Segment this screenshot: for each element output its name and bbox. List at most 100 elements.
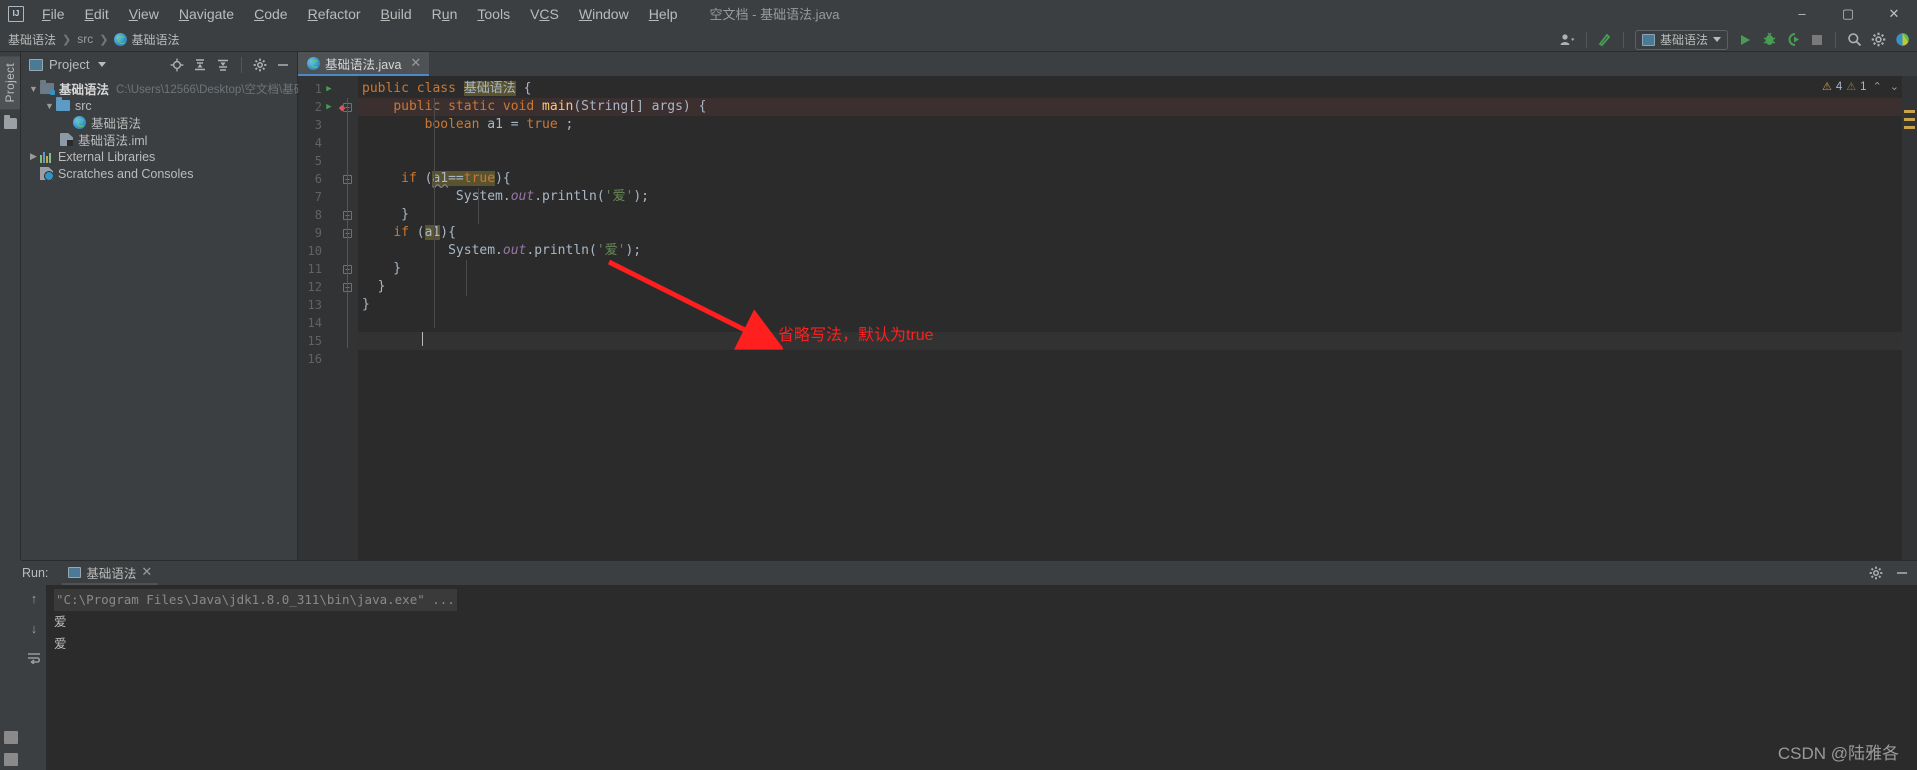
gutter-line: 6− bbox=[298, 170, 358, 188]
editor-tab-file[interactable]: 基础语法.java ✕ bbox=[298, 52, 430, 76]
console-output[interactable]: "C:\Program Files\Java\jdk1.8.0_311\bin\… bbox=[46, 585, 1917, 770]
project-tool-window: Project ▼ 基础语法 C:\Users\12566\Desktop\空文… bbox=[21, 52, 328, 560]
run-gutter-icon[interactable]: ▶ bbox=[322, 102, 336, 112]
line-number: 7 bbox=[314, 190, 322, 204]
gutter-line: 8− bbox=[298, 206, 358, 224]
code-line-13[interactable]: } bbox=[358, 296, 1917, 314]
code-line-5[interactable] bbox=[358, 152, 1917, 170]
locate-icon[interactable] bbox=[167, 55, 187, 75]
close-icon[interactable]: ✕ bbox=[141, 564, 152, 580]
search-everywhere-icon[interactable] bbox=[1843, 29, 1865, 51]
code-line-7[interactable]: System.out.println('爱'); bbox=[358, 188, 1917, 206]
code-line-2[interactable]: public static void main(String[] args) { bbox=[358, 98, 1917, 116]
menu-window[interactable]: Window bbox=[569, 3, 639, 25]
chevron-down-icon[interactable]: ▼ bbox=[43, 101, 56, 111]
code-line-11[interactable]: } bbox=[358, 260, 1917, 278]
tree-row-iml[interactable]: 基础语法.iml bbox=[21, 131, 297, 148]
debug-icon[interactable] bbox=[1758, 29, 1780, 51]
tree-row-src[interactable]: ▼ src bbox=[21, 97, 297, 114]
expand-all-icon[interactable] bbox=[190, 55, 210, 75]
menu-tools[interactable]: Tools bbox=[467, 3, 520, 25]
user-profile-icon[interactable] bbox=[1557, 29, 1579, 51]
vcs-update-icon[interactable] bbox=[1594, 29, 1616, 51]
code-line-1[interactable]: public class 基础语法 { bbox=[358, 80, 1917, 98]
inspection-marker-strip[interactable] bbox=[1902, 76, 1917, 560]
inspection-marker[interactable] bbox=[1904, 110, 1915, 113]
chevron-right-icon[interactable]: ▶ bbox=[27, 151, 40, 162]
menu-help[interactable]: Help bbox=[639, 3, 688, 25]
menu-build[interactable]: Build bbox=[371, 3, 422, 25]
close-button[interactable]: ✕ bbox=[1871, 0, 1917, 27]
tree-row-scratches[interactable]: Scratches and Consoles bbox=[21, 165, 297, 182]
inspection-summary[interactable]: ⚠ 4 ⚠ 1 ⌃ ⌄ bbox=[1822, 80, 1901, 94]
code-line-16[interactable] bbox=[358, 350, 1917, 368]
run-tab[interactable]: 基础语法 ✕ bbox=[62, 561, 159, 585]
hide-icon[interactable] bbox=[273, 55, 293, 75]
left-tool-window-strip: Project bbox=[0, 52, 21, 560]
run-with-coverage-icon[interactable] bbox=[1782, 29, 1804, 51]
code-line-4[interactable] bbox=[358, 134, 1917, 152]
stop-icon[interactable] bbox=[3, 731, 18, 744]
code-editor[interactable]: 1▶ 2▶◆− 3 4 5 6− 7 8− 9− 10 11− 12− 13 1… bbox=[298, 76, 1917, 560]
inspection-marker[interactable] bbox=[1904, 118, 1915, 121]
minimize-button[interactable]: – bbox=[1779, 0, 1825, 27]
code-line-15[interactable] bbox=[358, 332, 1917, 350]
editor-gutter[interactable]: 1▶ 2▶◆− 3 4 5 6− 7 8− 9− 10 11− 12− 13 1… bbox=[298, 76, 358, 560]
settings-gear-icon[interactable] bbox=[1867, 564, 1885, 582]
gutter-line: 7 bbox=[298, 188, 358, 206]
gutter-line: 5 bbox=[298, 152, 358, 170]
project-view-icon bbox=[29, 58, 43, 71]
breadcrumb-item-project[interactable]: 基础语法 bbox=[8, 31, 56, 48]
menu-code[interactable]: Code bbox=[244, 3, 297, 25]
settings-gear-icon[interactable] bbox=[250, 55, 270, 75]
red-arrow-annotation bbox=[607, 259, 783, 350]
code-line-9[interactable]: if (a1){ bbox=[358, 224, 1917, 242]
code-line-8[interactable]: } bbox=[358, 206, 1917, 224]
tool-window-tab-project[interactable]: Project bbox=[0, 56, 20, 110]
collapse-all-icon[interactable] bbox=[213, 55, 233, 75]
tree-row-class[interactable]: 基础语法 bbox=[21, 114, 297, 131]
chevron-down-icon[interactable] bbox=[98, 62, 107, 67]
main-toolbar: 基础语法 bbox=[1557, 27, 1913, 52]
code-line-6[interactable]: if (a1==true){ bbox=[358, 170, 1917, 188]
tree-label-module: 基础语法 bbox=[59, 83, 110, 97]
code-line-12[interactable]: } bbox=[358, 278, 1917, 296]
inspection-marker[interactable] bbox=[1904, 126, 1915, 129]
menu-file[interactable]: File bbox=[32, 3, 75, 25]
code-line-3[interactable]: boolean a1 = true ; bbox=[358, 116, 1917, 134]
hide-icon[interactable] bbox=[1893, 564, 1911, 582]
code-text-area[interactable]: public class 基础语法 { public static void m… bbox=[358, 76, 1917, 560]
stop-icon[interactable] bbox=[1806, 29, 1828, 51]
chevron-down-icon[interactable]: ▼ bbox=[27, 84, 40, 94]
soft-wrap-icon[interactable] bbox=[25, 649, 43, 667]
breadcrumb-item-src[interactable]: src bbox=[77, 32, 93, 46]
maximize-button[interactable]: ▢ bbox=[1825, 0, 1871, 27]
run-configuration-selector[interactable]: 基础语法 bbox=[1634, 29, 1728, 50]
run-icon[interactable] bbox=[1734, 29, 1756, 51]
gutter-line: 12− bbox=[298, 278, 358, 296]
menu-edit[interactable]: Edit bbox=[75, 3, 119, 25]
folder-icon[interactable] bbox=[3, 115, 17, 130]
line-number: 2 bbox=[314, 100, 322, 114]
up-arrow-icon[interactable]: ↑ bbox=[25, 589, 43, 607]
previous-problem-icon[interactable]: ⌃ bbox=[1871, 80, 1884, 93]
menu-run[interactable]: Run bbox=[422, 3, 468, 25]
terminal-icon[interactable] bbox=[3, 753, 18, 766]
menu-view[interactable]: View bbox=[119, 3, 169, 25]
close-icon[interactable]: ✕ bbox=[410, 55, 421, 71]
code-line-14[interactable] bbox=[358, 314, 1917, 332]
menu-vcs[interactable]: VCS bbox=[520, 3, 569, 25]
down-arrow-icon[interactable]: ↓ bbox=[25, 619, 43, 637]
run-gutter-icon[interactable]: ▶ bbox=[322, 84, 336, 94]
tree-row-external-libraries[interactable]: ▶ External Libraries bbox=[21, 148, 297, 165]
settings-gear-icon[interactable] bbox=[1867, 29, 1889, 51]
menu-refactor[interactable]: Refactor bbox=[298, 3, 371, 25]
run-tool-window: Run: 基础语法 ✕ ↑ ↓ "C:\Program Files\Java\j… bbox=[0, 560, 1917, 770]
ide-help-icon[interactable] bbox=[1891, 29, 1913, 51]
tree-row-module[interactable]: ▼ 基础语法 C:\Users\12566\Desktop\空文档\基础语法 bbox=[21, 80, 328, 97]
next-problem-icon[interactable]: ⌄ bbox=[1888, 80, 1901, 93]
menu-navigate[interactable]: Navigate bbox=[169, 3, 244, 25]
line-number: 6 bbox=[314, 172, 322, 186]
breadcrumb-item-class[interactable]: 基础语法 bbox=[114, 31, 179, 48]
code-line-10[interactable]: System.out.println('爱'); bbox=[358, 242, 1917, 260]
